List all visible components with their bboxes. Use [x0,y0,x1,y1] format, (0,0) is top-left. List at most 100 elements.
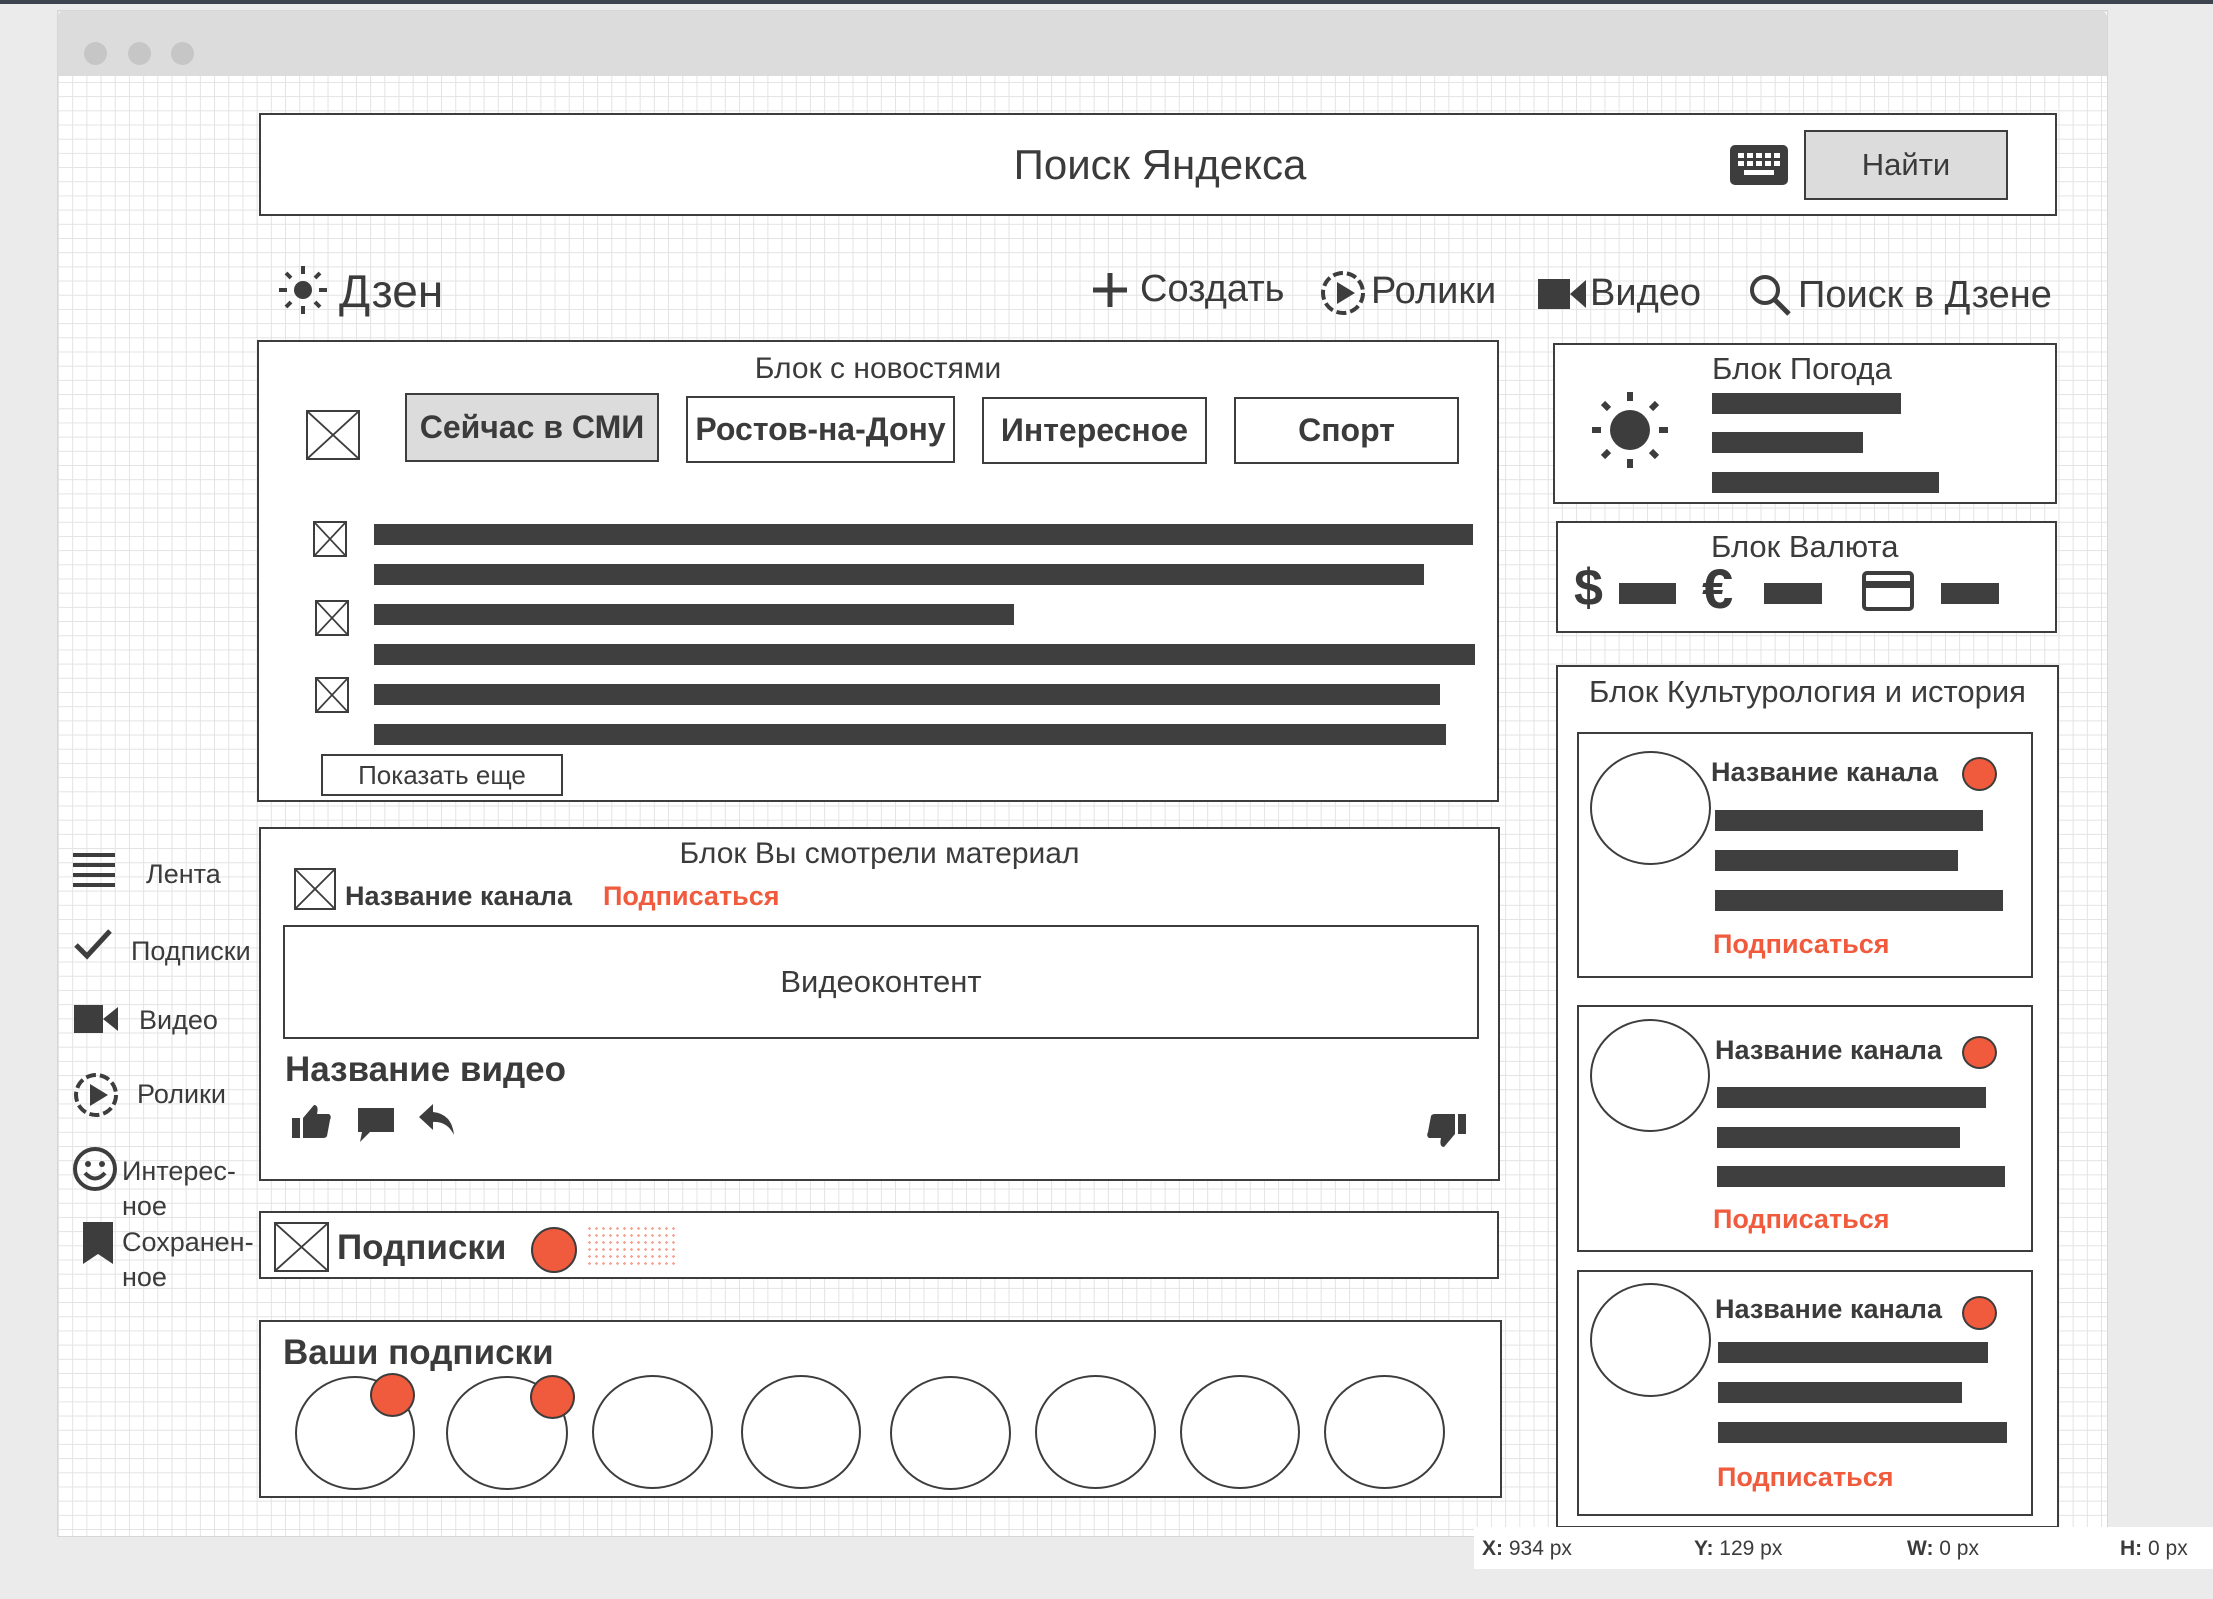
dollar-icon: $ [1574,559,1603,617]
tab-interesting[interactable]: Интересное [982,397,1207,464]
channel-name[interactable]: Название канала [1711,757,1938,788]
news-thumb-icon [315,600,349,636]
window-minimize-dot[interactable] [128,42,151,65]
channel-text-line [1718,1382,1962,1403]
subscribe-link[interactable]: Подписаться [1713,1204,1890,1235]
channel-text-line [1715,850,1958,871]
notification-dot [531,1227,577,1273]
weather-line [1712,432,1863,453]
tab-rostov[interactable]: Ростов-на-Дону [686,396,955,463]
x-label: X: [1482,1537,1503,1560]
thumbs-up-icon[interactable] [292,1104,332,1145]
news-headline-line[interactable] [374,564,1424,585]
create-link[interactable]: Создать [1140,268,1284,311]
news-headline-line[interactable] [374,524,1473,545]
channel-text-line [1715,890,2003,911]
search-bar[interactable]: Поиск Яндекса Найти [259,113,2057,216]
sidebar-item-video[interactable]: Видео [139,1005,218,1036]
channel-text-line [1717,1166,2005,1187]
sun-icon [1590,390,1670,475]
top-edge [0,0,2213,4]
sidebar-item-feed[interactable]: Лента [146,859,221,890]
channel-text-line [1717,1127,1960,1148]
subscribe-link[interactable]: Подписаться [1717,1462,1894,1493]
title-bar [58,11,2107,76]
bookmark-icon[interactable] [83,1222,113,1269]
play-circle-icon[interactable] [1319,269,1367,322]
clips-link[interactable]: Ролики [1371,270,1496,313]
dzen-logo-icon[interactable] [275,262,331,323]
play-circle-icon[interactable] [72,1071,120,1124]
channel-avatar[interactable] [1590,1019,1710,1132]
watched-block-title: Блок Вы смотрели материал [679,837,1080,870]
checkmark-icon[interactable] [73,927,113,966]
subscription-avatar[interactable] [741,1375,861,1489]
news-block-title: Блок с новостями [754,352,1002,385]
news-headline-line[interactable] [374,604,1014,625]
subscriptions-bar-title[interactable]: Подписки [337,1228,506,1268]
channel-avatar-icon[interactable] [294,868,336,910]
w-value: 0 px [1939,1537,1979,1560]
channel-text-line [1715,810,1983,831]
video-link[interactable]: Видео [1590,272,1701,315]
weather-line [1712,472,1939,493]
search-input[interactable]: Поиск Яндекса [261,141,2059,189]
channel-name[interactable]: Название канала [345,881,572,912]
news-headline-line[interactable] [374,644,1475,665]
smiley-icon[interactable] [72,1146,118,1197]
video-camera-icon[interactable] [74,1004,118,1039]
video-camera-icon[interactable] [1538,277,1586,316]
subscribe-link[interactable]: Подписаться [1713,929,1890,960]
notification-dot [370,1373,415,1417]
sidebar-item-subscriptions[interactable]: Подписки [131,936,251,967]
h-value: 0 px [2148,1537,2188,1560]
find-button[interactable]: Найти [1804,130,2008,200]
notification-dot [1962,1296,1997,1330]
keyboard-icon[interactable] [1730,145,1788,185]
notification-dot [1962,757,1997,791]
subscription-avatar[interactable] [1180,1375,1300,1489]
x-value: 934 px [1508,1537,1572,1560]
currency-block-title: Блок Валюта [1711,529,1899,564]
news-thumb-icon [313,521,347,557]
sidebar-item-saved[interactable]: Сохранен- ное [122,1225,254,1295]
window-maximize-dot[interactable] [171,42,194,65]
image-placeholder-icon [274,1222,329,1272]
image-placeholder-icon [306,410,360,460]
search-icon[interactable] [1748,273,1792,322]
dzen-logo-label[interactable]: Дзен [339,264,443,318]
comment-icon[interactable] [358,1108,394,1147]
channel-text-line [1718,1342,1988,1363]
subscribe-link[interactable]: Подписаться [603,881,780,912]
show-more-button[interactable]: Показать еще [321,754,563,796]
sidebar-item-clips[interactable]: Ролики [137,1079,226,1110]
credit-card-icon [1862,571,1914,616]
channel-name[interactable]: Название канала [1715,1035,1942,1066]
w-label: W: [1907,1537,1934,1560]
your-subscriptions-title: Ваши подписки [283,1333,554,1372]
tab-sport[interactable]: Спорт [1234,397,1459,464]
y-value: 129 px [1719,1537,1783,1560]
channel-avatar[interactable] [1590,751,1711,865]
dzen-search-link[interactable]: Поиск в Дзене [1798,274,2052,317]
menu-icon[interactable] [73,853,115,892]
channel-avatar[interactable] [1590,1283,1711,1397]
y-label: Y: [1694,1537,1714,1560]
plus-icon[interactable] [1091,271,1129,314]
tab-now-in-media[interactable]: Сейчас в СМИ [405,393,659,462]
share-icon[interactable] [419,1104,455,1141]
video-title[interactable]: Название видео [285,1050,566,1090]
subscription-avatar[interactable] [592,1375,713,1489]
channel-name[interactable]: Название канала [1715,1294,1942,1325]
width-readout: W: 0 px [1907,1537,1979,1561]
window-close-dot[interactable] [84,42,107,65]
thumbs-down-icon[interactable] [1426,1112,1466,1153]
subscription-avatar[interactable] [890,1376,1011,1490]
subscription-avatar[interactable] [1324,1375,1445,1489]
news-headline-line[interactable] [374,684,1440,705]
video-content[interactable]: Видеоконтент [283,925,1479,1039]
sidebar-item-interesting[interactable]: Интерес- ное [122,1154,236,1224]
subscription-avatar[interactable] [1035,1375,1156,1489]
news-headline-line[interactable] [374,724,1446,745]
culture-block-title: Блок Культурология и история [1589,674,2026,709]
